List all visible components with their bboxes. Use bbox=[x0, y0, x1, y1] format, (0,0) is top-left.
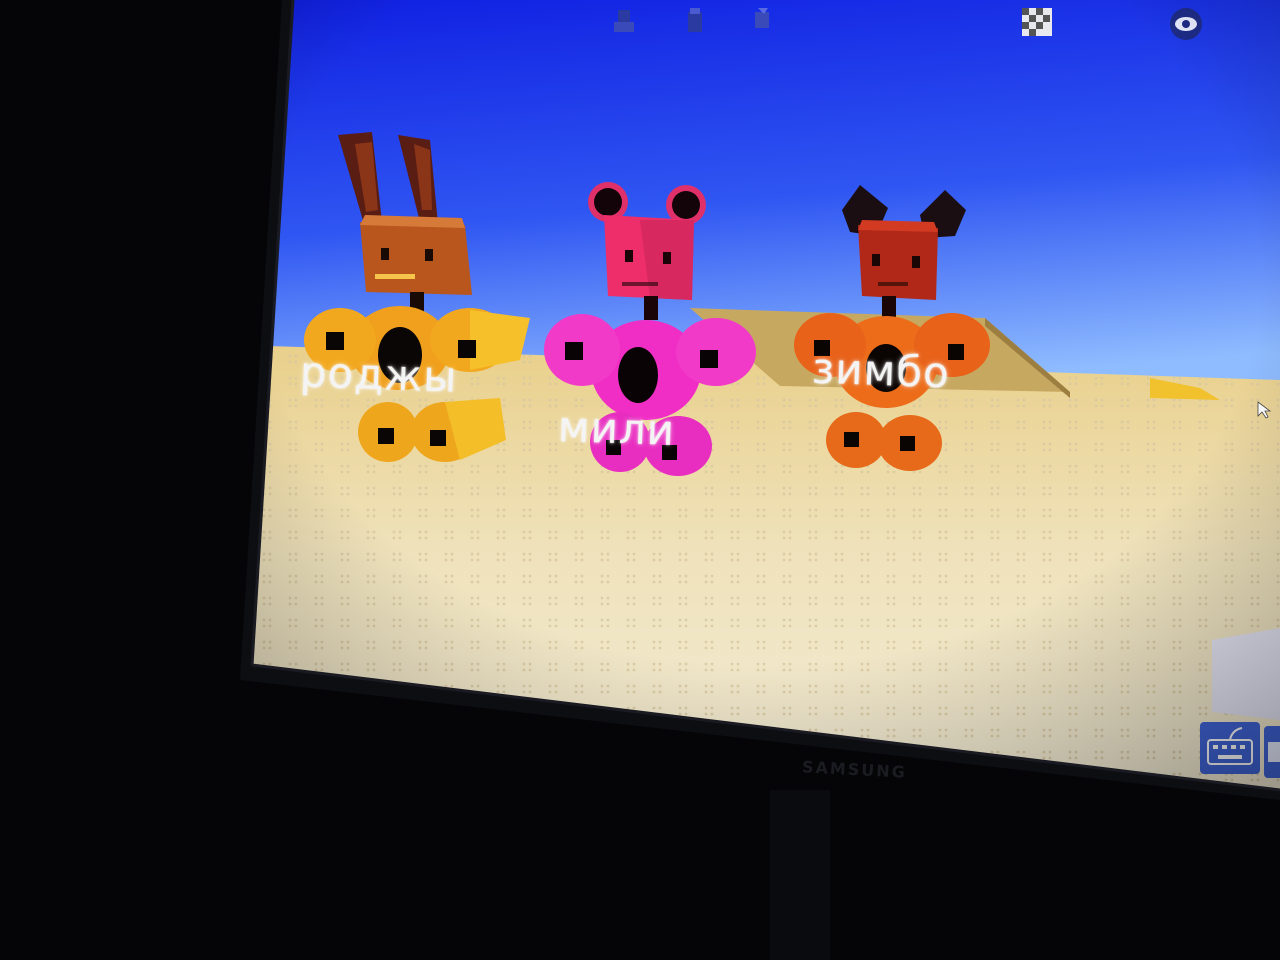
nametag-character-1: роджы bbox=[299, 347, 459, 402]
photo-of-monitor bbox=[0, 0, 1280, 960]
nametag-character-3: зимбо bbox=[811, 343, 951, 398]
nametag-character-2: мили bbox=[557, 401, 676, 456]
game-viewport[interactable] bbox=[240, 0, 1280, 800]
